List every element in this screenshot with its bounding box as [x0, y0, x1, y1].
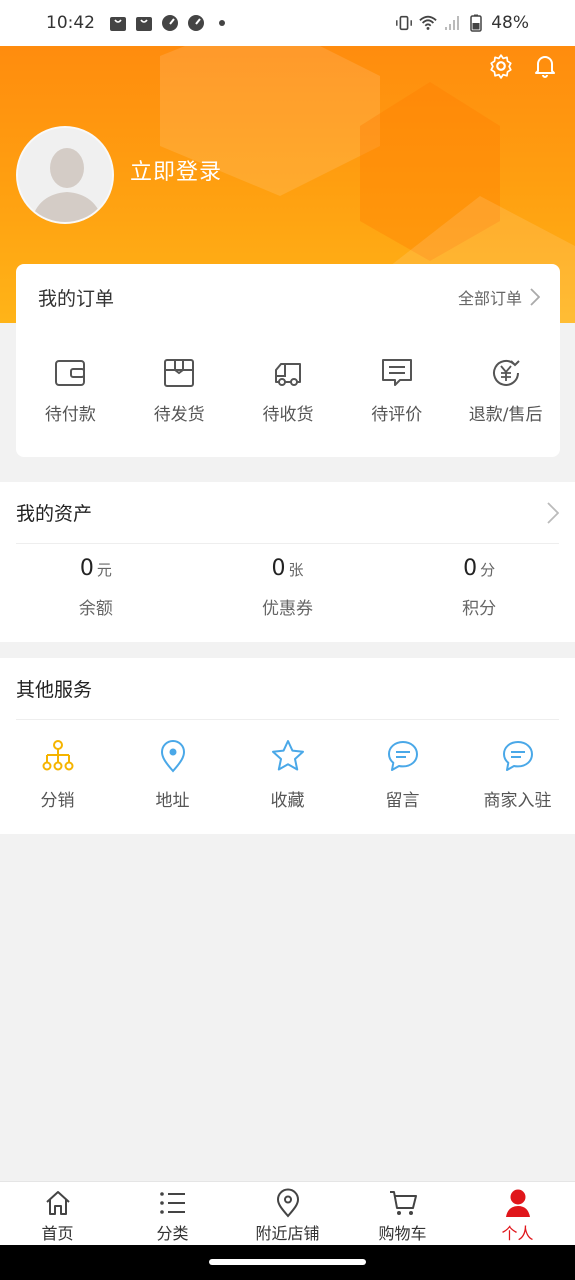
distribution-icon: [42, 740, 73, 771]
wallet-icon: [55, 360, 86, 386]
wifi-icon: [419, 15, 437, 30]
default-avatar-icon: [18, 128, 112, 222]
assets-section: 我的资产 0元 余额 0张 优惠券 0分 积分: [0, 482, 575, 642]
tab-nearby-stores[interactable]: 附近店铺: [230, 1182, 345, 1245]
tab-label: 个人: [501, 1224, 534, 1243]
orders-card: 我的订单 全部订单 待付款 待发货 待收货 待评价 退款/售后: [16, 264, 560, 457]
battery-percent: 48%: [491, 13, 529, 33]
location-pin-icon: [276, 1188, 299, 1218]
star-icon: [271, 740, 304, 771]
asset-points[interactable]: 0分 积分: [383, 556, 575, 619]
settings-button[interactable]: [487, 52, 515, 80]
services-section: 其他服务 分销 地址 收藏 留言 商家入驻: [0, 658, 575, 834]
service-favorites[interactable]: 收藏: [230, 738, 345, 811]
vibrate-icon: [396, 15, 413, 31]
tab-label: 分类: [156, 1224, 189, 1243]
speed-icon: [162, 15, 178, 31]
order-pending-review[interactable]: 待评价: [342, 356, 451, 425]
signal-icon: [445, 16, 460, 30]
tab-label: 购物车: [378, 1224, 427, 1243]
status-bar: 10:42 48%: [0, 0, 575, 46]
cart-icon: [389, 1191, 417, 1215]
all-orders-label: 全部订单: [457, 289, 522, 308]
orders-title: 我的订单: [38, 287, 115, 310]
home-gesture-handle[interactable]: [209, 1259, 366, 1265]
bag-icon: [110, 17, 126, 31]
bell-icon: [535, 56, 555, 78]
asset-value: 0: [79, 556, 94, 581]
chevron-right-icon: [547, 501, 559, 524]
assets-title: 我的资产: [16, 503, 93, 525]
system-navigation-bar: [0, 1245, 575, 1280]
box-icon: [164, 359, 195, 387]
speed-icon: [188, 15, 204, 31]
battery-icon: [470, 14, 482, 32]
tab-category[interactable]: 分类: [115, 1182, 230, 1245]
asset-value: 0: [463, 556, 478, 581]
chevron-right-icon: [530, 288, 540, 306]
service-label: 地址: [155, 791, 190, 811]
refund-icon: [492, 359, 520, 386]
truck-icon: [274, 363, 301, 386]
notification-button[interactable]: [531, 52, 559, 80]
person-icon: [505, 1189, 530, 1217]
message-icon: [502, 741, 533, 771]
message-icon: [387, 741, 418, 771]
tab-cart[interactable]: 购物车: [345, 1182, 460, 1245]
asset-label: 余额: [78, 599, 113, 619]
order-refund[interactable]: 退款/售后: [451, 356, 560, 425]
services-title: 其他服务: [16, 679, 93, 701]
location-pin-icon: [160, 740, 185, 773]
avatar[interactable]: [16, 126, 114, 224]
dot-icon: [219, 20, 225, 26]
tab-label: 首页: [41, 1224, 74, 1243]
service-label: 收藏: [270, 791, 305, 811]
all-orders-link[interactable]: 全部订单: [458, 285, 540, 309]
order-pending-receipt[interactable]: 待收货: [234, 356, 343, 425]
orders-header: 我的订单 全部订单: [16, 264, 560, 330]
order-item-label: 待评价: [371, 405, 423, 425]
bag-icon: [136, 17, 152, 31]
tab-profile[interactable]: 个人: [460, 1182, 575, 1245]
asset-label: 优惠券: [262, 599, 313, 619]
asset-balance[interactable]: 0元 余额: [0, 556, 192, 619]
service-message[interactable]: 留言: [345, 738, 460, 811]
order-pending-shipment[interactable]: 待发货: [125, 356, 234, 425]
order-item-label: 待付款: [44, 405, 96, 425]
order-pending-payment[interactable]: 待付款: [16, 356, 125, 425]
gear-icon: [490, 54, 512, 79]
tab-home[interactable]: 首页: [0, 1182, 115, 1245]
tab-label: 附近店铺: [255, 1224, 320, 1243]
asset-unit: 分: [480, 561, 496, 579]
service-label: 分销: [40, 791, 75, 811]
service-label: 留言: [385, 791, 420, 811]
asset-unit: 元: [96, 561, 112, 579]
bottom-tab-bar: 首页 分类 附近店铺 购物车 个人: [0, 1181, 575, 1245]
asset-coupons[interactable]: 0张 优惠券: [192, 556, 384, 619]
status-time: 10:42: [46, 13, 95, 33]
order-item-label: 待收货: [262, 405, 314, 425]
login-link[interactable]: 立即登录: [130, 154, 222, 186]
service-address[interactable]: 地址: [115, 738, 230, 811]
services-header: 其他服务: [16, 658, 559, 720]
asset-label: 积分: [462, 599, 497, 619]
asset-value: 0: [271, 556, 286, 581]
service-merchant-join[interactable]: 商家入驻: [460, 738, 575, 811]
comment-icon: [381, 359, 412, 386]
order-item-label: 待发货: [153, 405, 205, 425]
assets-header[interactable]: 我的资产: [16, 482, 559, 544]
order-item-label: 退款/售后: [468, 405, 543, 425]
home-icon: [45, 1191, 70, 1215]
service-distribution[interactable]: 分销: [0, 738, 115, 811]
asset-unit: 张: [288, 561, 304, 579]
list-icon: [159, 1192, 185, 1214]
service-label: 商家入驻: [483, 791, 552, 811]
